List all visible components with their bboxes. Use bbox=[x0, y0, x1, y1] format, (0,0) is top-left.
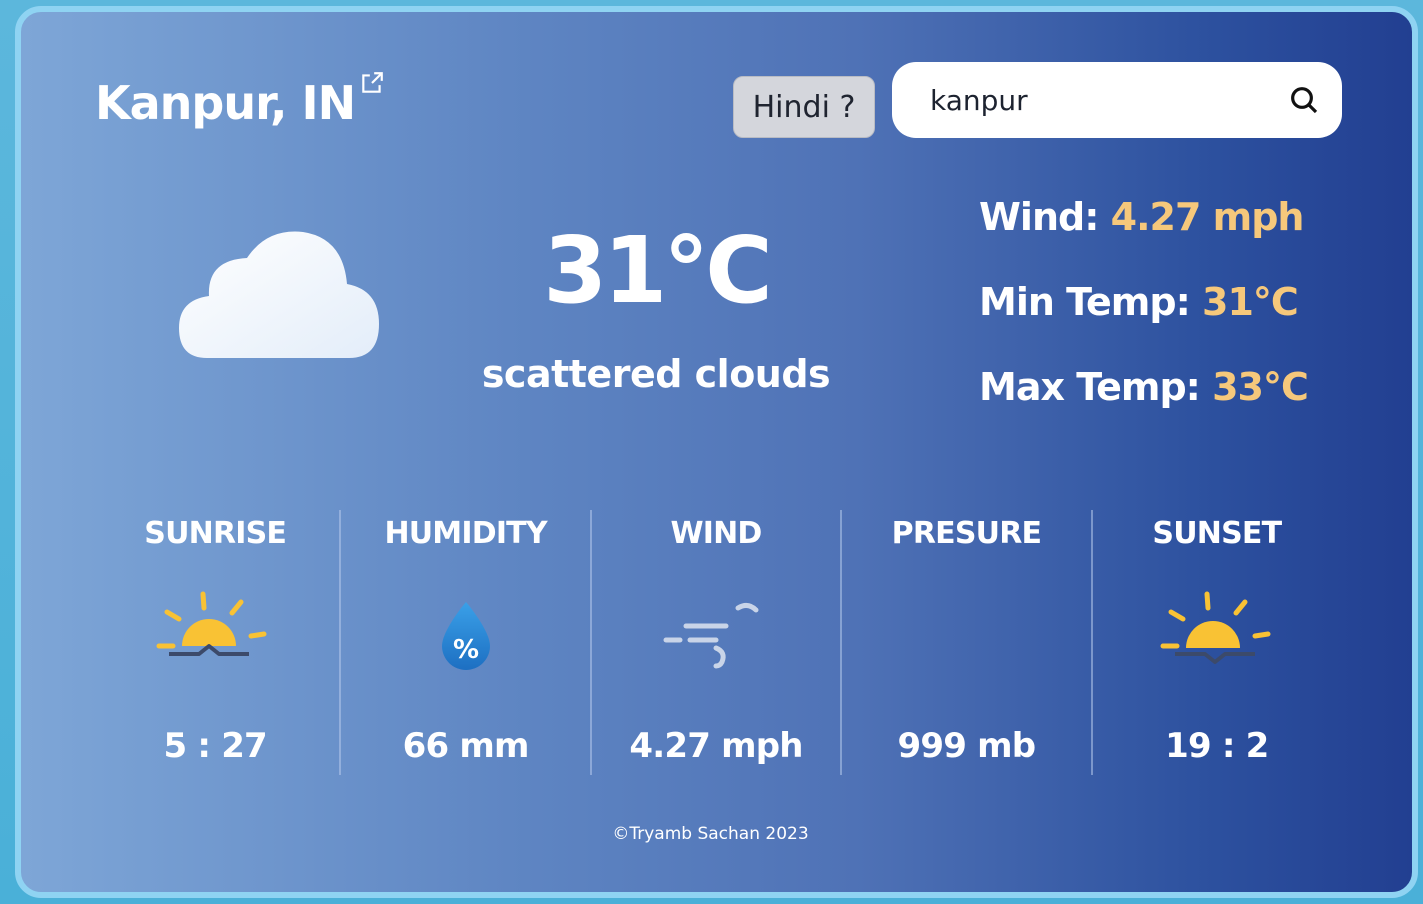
search-icon[interactable] bbox=[1288, 84, 1320, 116]
wind-stat: Wind: 4.27 mph bbox=[979, 192, 1308, 277]
metric-value: 4.27 mph bbox=[629, 726, 803, 766]
min-temp-label: Min Temp: bbox=[979, 280, 1202, 324]
metric-title: SUNRISE bbox=[144, 516, 287, 551]
search-input[interactable] bbox=[928, 82, 1288, 118]
city-title: Kanpur, IN bbox=[95, 72, 385, 130]
external-link-icon[interactable] bbox=[359, 70, 385, 96]
metric-value: 66 mm bbox=[402, 726, 530, 766]
metric-value: 5 : 27 bbox=[163, 726, 267, 766]
max-temp-label: Max Temp: bbox=[979, 365, 1213, 409]
footer-credit: ©Tryamb Sachan 2023 bbox=[612, 824, 809, 844]
metric-title: HUMIDITY bbox=[384, 516, 547, 551]
max-temp-value: 33°C bbox=[1212, 365, 1309, 409]
language-toggle-button[interactable]: Hindi ? bbox=[733, 76, 875, 138]
min-temp-value: 31°C bbox=[1202, 280, 1299, 324]
weather-description: scattered clouds bbox=[481, 352, 831, 396]
metric-value: 19 : 2 bbox=[1165, 726, 1269, 766]
city-name: Kanpur, IN bbox=[95, 76, 356, 130]
min-temp-stat: Min Temp: 31°C bbox=[979, 277, 1308, 362]
metric-title: SUNSET bbox=[1152, 516, 1282, 551]
sunrise-icon bbox=[156, 591, 267, 656]
metric-wind: WIND 4.27 mph bbox=[589, 510, 840, 775]
metric-sunrise: SUNRISE 5 : 27 bbox=[91, 510, 339, 775]
search-box bbox=[892, 62, 1342, 138]
wind-value: 4.27 mph bbox=[1110, 195, 1305, 239]
metric-value: 999 mb bbox=[897, 726, 1037, 766]
metric-title: PRESURE bbox=[891, 516, 1042, 551]
cloud-icon bbox=[179, 231, 379, 358]
metric-sunset: SUNSET 19 : 2 bbox=[1090, 510, 1341, 775]
wind-label: Wind: bbox=[979, 195, 1111, 239]
metrics-row: SUNRISE 5 : 27 HUMIDITY % 66 mm WIND 4.2… bbox=[91, 510, 1341, 775]
metric-humidity: HUMIDITY % 66 mm bbox=[339, 510, 589, 775]
metric-pressure: PRESURE 999 mb bbox=[840, 510, 1090, 775]
sunset-icon bbox=[1160, 591, 1271, 664]
wind-icon bbox=[663, 602, 759, 669]
weather-card: Kanpur, IN Hindi ? 31°C scattered clouds… bbox=[15, 6, 1418, 898]
svg-text:%: % bbox=[453, 635, 479, 665]
temperature: 31°C bbox=[543, 217, 773, 324]
metric-title: WIND bbox=[670, 516, 762, 551]
stats-panel: Wind: 4.27 mph Min Temp: 31°C Max Temp: … bbox=[979, 192, 1309, 447]
max-temp-stat: Max Temp: 33°C bbox=[979, 362, 1309, 447]
humidity-drop-icon: % bbox=[441, 602, 490, 670]
